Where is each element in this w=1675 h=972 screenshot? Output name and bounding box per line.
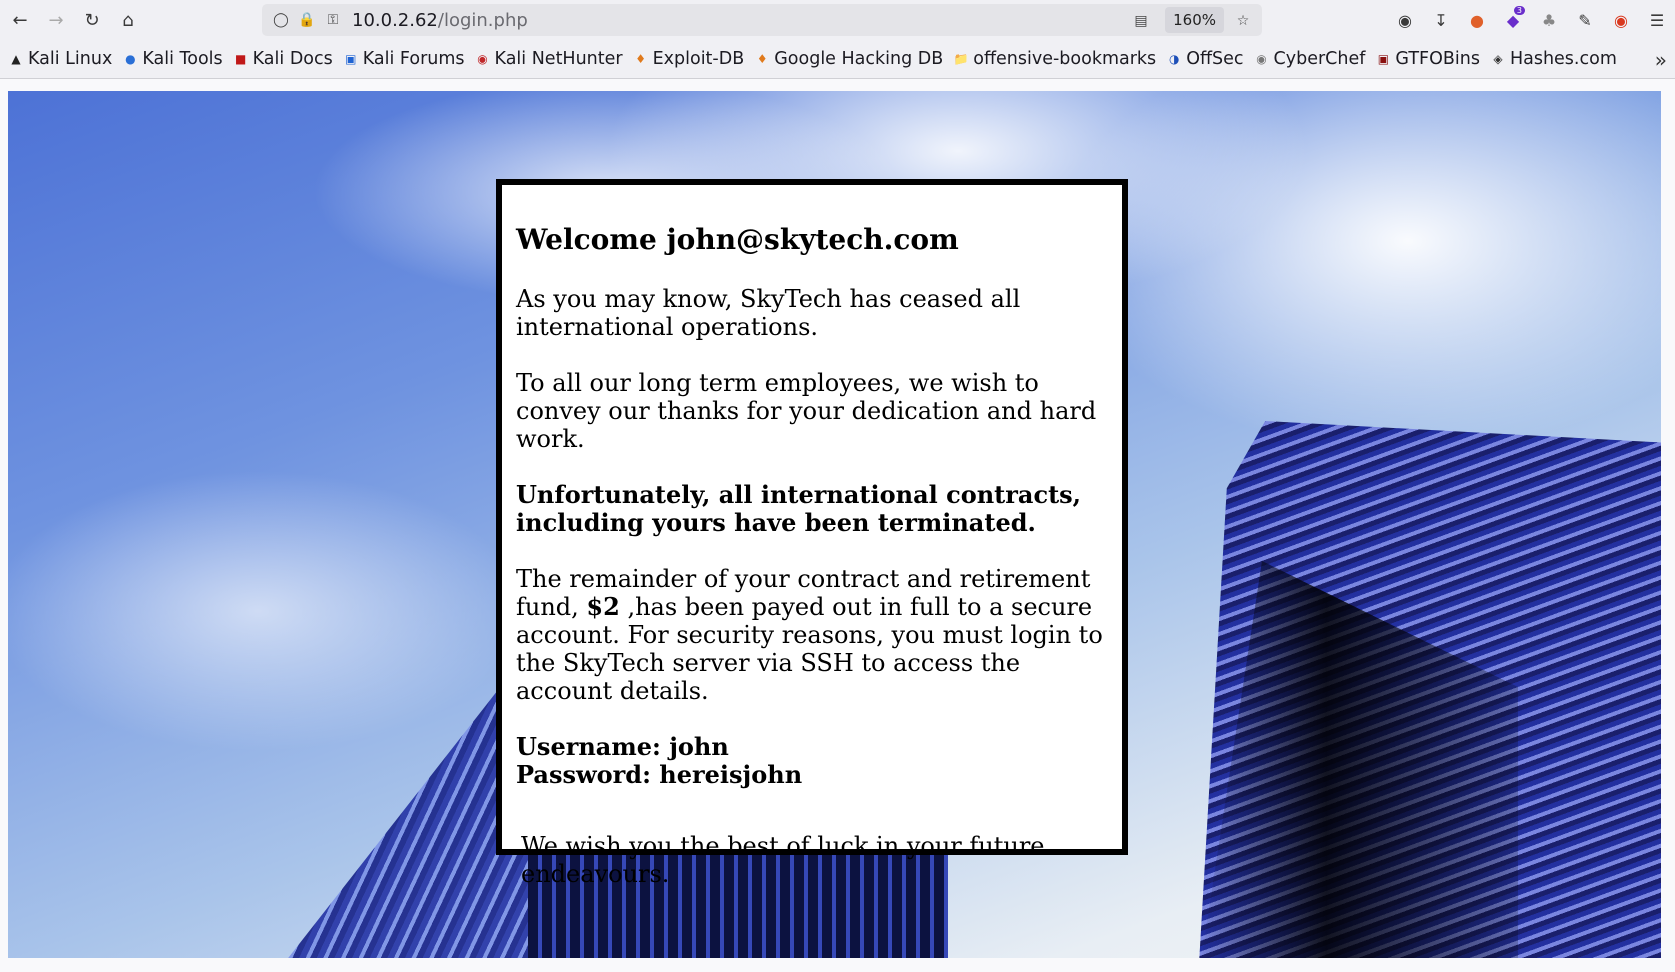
menu-icon[interactable]: ☰ xyxy=(1639,2,1675,38)
browser-toolbar: ← → ↻ ⌂ ◯ 🔒 ⚿ 10.0.2.62/login.php ▤ 160%… xyxy=(0,0,1675,40)
closing-line-1: We wish you the best of luck in your fut… xyxy=(521,832,1045,860)
bookmark-label: Exploit-DB xyxy=(652,49,745,69)
hashes-icon: ◈ xyxy=(1493,52,1503,66)
back-icon[interactable]: ← xyxy=(2,2,38,38)
bookmark-item[interactable]: ◈ Hashes.com xyxy=(1490,49,1617,69)
bookmarks-bar: ▲ Kali Linux ● Kali Tools ■ Kali Docs ▣ Kali Fo… xyxy=(0,40,1675,79)
message-card: Welcome john@skytech.com As you may know… xyxy=(496,179,1128,888)
bookmark-item[interactable]: ● Kali Tools xyxy=(122,49,223,69)
bookmark-item[interactable]: ◑ OffSec xyxy=(1166,49,1244,69)
thanks-text: To all our long term employees, we wish … xyxy=(516,369,1097,453)
bookmark-label: offensive-bookmarks xyxy=(973,49,1157,69)
bookmark-item[interactable]: ◉ CyberChef xyxy=(1254,49,1366,69)
key-icon[interactable]: ⚿ xyxy=(320,7,346,33)
payout-amount: $2 xyxy=(586,592,620,621)
bookmark-item[interactable]: ■ Kali Docs xyxy=(233,49,333,69)
reader-view-icon[interactable]: ▤ xyxy=(1128,8,1154,34)
offsec-icon: ◑ xyxy=(1168,52,1180,66)
bookmark-item[interactable]: ◉ Kali NetHunter xyxy=(475,49,623,69)
bookmark-label: Hashes.com xyxy=(1509,49,1617,69)
extension-badge: 3 xyxy=(1513,6,1525,15)
username-line: Username: john xyxy=(516,732,729,761)
insecure-lock-icon[interactable]: 🔒 xyxy=(294,7,320,33)
download-icon[interactable]: ↧ xyxy=(1423,2,1459,38)
bookmarks-overflow-icon[interactable]: » xyxy=(1655,48,1667,72)
extensions-puzzle-icon[interactable]: ✎ xyxy=(1567,2,1603,38)
cyberchef-icon: ◉ xyxy=(1256,52,1267,66)
kali-docs-icon: ■ xyxy=(234,52,247,66)
bookmark-item[interactable]: ♦ Exploit-DB xyxy=(633,49,745,69)
kali-tools-icon: ● xyxy=(125,52,136,66)
ghdb-icon: ♦ xyxy=(756,52,768,66)
bookmark-label: GTFOBins xyxy=(1395,49,1480,69)
folder-icon: 📁 xyxy=(953,52,969,66)
bookmark-item[interactable]: ▣ Kali Forums xyxy=(343,49,465,69)
bookmark-label: Kali Linux xyxy=(28,49,113,69)
bookmark-item[interactable]: ▲ Kali Linux xyxy=(8,49,112,69)
exploitdb-icon: ♦ xyxy=(635,52,646,66)
bookmark-label: Google Hacking DB xyxy=(774,49,944,69)
kali-icon: ▲ xyxy=(11,52,21,66)
bookmark-item[interactable]: ♦ Google Hacking DB xyxy=(754,49,943,69)
extension-purple-icon[interactable]: ◆ 3 xyxy=(1495,2,1531,38)
reload-icon[interactable]: ↻ xyxy=(74,2,110,38)
ceased-operations-text: As you may know, SkyTech has ceased all … xyxy=(516,285,1021,341)
closing-text: We wish you the best of luck in your fut… xyxy=(521,832,1045,888)
welcome-heading: Welcome john@skytech.com xyxy=(516,223,959,256)
bookmark-star-icon[interactable]: ☆ xyxy=(1230,8,1256,34)
credentials-block: Username: john Password: hereisjohn xyxy=(516,733,1108,789)
bookmark-label: Kali NetHunter xyxy=(494,49,623,69)
firefox-account-icon[interactable]: ◉ xyxy=(1603,2,1639,38)
bookmark-label: OffSec xyxy=(1186,49,1244,69)
toolbar-extensions: ◉ ↧ ● ◆ 3 ♣ ✎ ◉ ☰ xyxy=(1387,0,1675,40)
nethunter-icon: ◉ xyxy=(477,52,488,66)
bookmark-label: Kali Docs xyxy=(252,49,333,69)
bookmark-item[interactable]: 📁 offensive-bookmarks xyxy=(953,49,1156,69)
url-text[interactable]: 10.0.2.62/login.php xyxy=(352,10,528,31)
url-host: 10.0.2.62 xyxy=(352,9,438,31)
home-icon[interactable]: ⌂ xyxy=(110,2,146,38)
url-bar[interactable]: ◯ 🔒 ⚿ 10.0.2.62/login.php ▤ 160% ☆ xyxy=(262,4,1262,36)
zoom-level-button[interactable]: 160% xyxy=(1165,7,1224,33)
password-line: Password: hereisjohn xyxy=(516,760,803,789)
extension-grey-icon[interactable]: ♣ xyxy=(1531,2,1567,38)
closing-line-2: endeavours. xyxy=(521,860,670,888)
shield-icon[interactable]: ◯ xyxy=(268,7,294,33)
payout-text: The remainder of your contract and retir… xyxy=(516,565,1108,705)
kali-forums-icon: ▣ xyxy=(345,52,357,66)
bookmark-item[interactable]: ▣ GTFOBins xyxy=(1375,49,1480,69)
foxyproxy-icon[interactable]: ● xyxy=(1459,2,1495,38)
bookmark-label: CyberChef xyxy=(1273,49,1366,69)
bookmark-label: Kali Forums xyxy=(362,49,465,69)
forward-icon[interactable]: → xyxy=(38,2,74,38)
url-path: /login.php xyxy=(437,9,528,31)
bookmark-label: Kali Tools xyxy=(142,49,223,69)
termination-text: Unfortunately, all international contrac… xyxy=(516,480,1082,537)
gtfobins-icon: ▣ xyxy=(1377,52,1390,66)
pocket-icon[interactable]: ◉ xyxy=(1387,2,1423,38)
page-viewport: Welcome john@skytech.com As you may know… xyxy=(8,91,1661,958)
